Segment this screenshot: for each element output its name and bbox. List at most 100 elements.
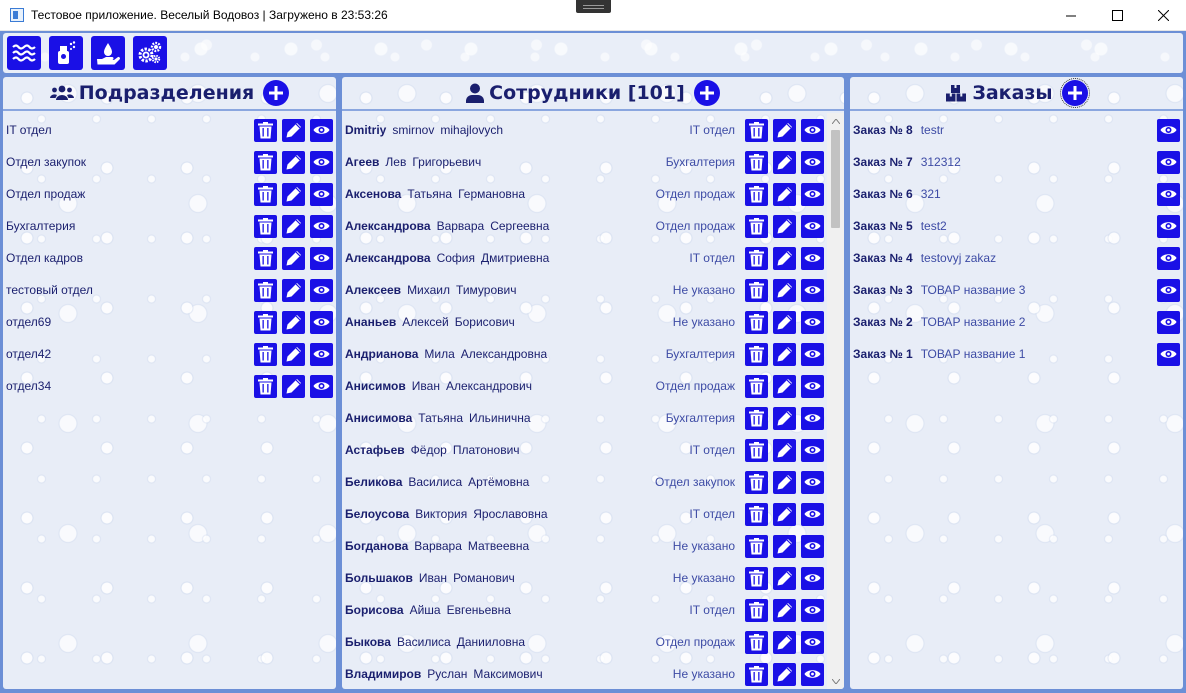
view-employee-button[interactable] [801,406,824,430]
view-employee-button[interactable] [801,470,824,494]
delete-department-button[interactable] [254,374,277,398]
order-row[interactable]: Заказ № 1 ТОВАР название 1 [850,338,1183,370]
delete-employee-button[interactable] [745,630,768,654]
view-employee-button[interactable] [801,182,824,206]
employees-scrollbar[interactable] [827,113,844,689]
delete-department-button[interactable] [254,310,277,334]
edit-employee-button[interactable] [773,534,796,558]
employee-row[interactable]: Борисова Айша Евгеньевна IT отдел [342,594,827,626]
view-employee-button[interactable] [801,278,824,302]
edit-employee-button[interactable] [773,246,796,270]
employee-row[interactable]: Большаков Иван Романович Не указано [342,562,827,594]
delete-employee-button[interactable] [745,182,768,206]
add-order-button[interactable] [1059,78,1090,108]
edit-employee-button[interactable] [773,406,796,430]
edit-employee-button[interactable] [773,502,796,526]
delete-department-button[interactable] [254,150,277,174]
delete-employee-button[interactable] [745,438,768,462]
edit-employee-button[interactable] [773,150,796,174]
employee-row[interactable]: Астафьев Фёдор Платонович IT отдел [342,434,827,466]
employee-row[interactable]: Dmitriy smirnov mihajlovych IT отдел [342,114,827,146]
settings-gears-button[interactable] [133,36,167,70]
employee-row[interactable]: Агеев Лев Григорьевич Бухгалтерия [342,146,827,178]
delete-employee-button[interactable] [745,662,768,686]
view-order-button[interactable] [1157,118,1180,142]
view-employee-button[interactable] [801,502,824,526]
department-row[interactable]: Отдел закупок [3,146,336,178]
delete-employee-button[interactable] [745,374,768,398]
delete-employee-button[interactable] [745,598,768,622]
edit-employee-button[interactable] [773,630,796,654]
edit-employee-button[interactable] [773,182,796,206]
delete-department-button[interactable] [254,342,277,366]
view-employee-button[interactable] [801,342,824,366]
view-department-button[interactable] [310,342,333,366]
employee-row[interactable]: Александрова София Дмитриевна IT отдел [342,242,827,274]
employee-row[interactable]: Владимиров Руслан Максимович Не указано [342,658,827,689]
delete-employee-button[interactable] [745,214,768,238]
edit-employee-button[interactable] [773,118,796,142]
view-employee-button[interactable] [801,438,824,462]
delete-employee-button[interactable] [745,246,768,270]
delete-employee-button[interactable] [745,566,768,590]
view-employee-button[interactable] [801,214,824,238]
view-department-button[interactable] [310,310,333,334]
order-row[interactable]: Заказ № 7 312312 [850,146,1183,178]
edit-department-button[interactable] [282,182,305,206]
view-department-button[interactable] [310,278,333,302]
edit-employee-button[interactable] [773,470,796,494]
order-row[interactable]: Заказ № 4 testovyj zakaz [850,242,1183,274]
maximize-button[interactable] [1094,0,1140,31]
delete-department-button[interactable] [254,118,277,142]
close-button[interactable] [1140,0,1186,31]
delete-department-button[interactable] [254,182,277,206]
edit-employee-button[interactable] [773,342,796,366]
department-row[interactable]: IT отдел [3,114,336,146]
view-department-button[interactable] [310,118,333,142]
view-order-button[interactable] [1157,150,1180,174]
order-row[interactable]: Заказ № 5 test2 [850,210,1183,242]
edit-department-button[interactable] [282,214,305,238]
view-order-button[interactable] [1157,182,1180,206]
edit-employee-button[interactable] [773,438,796,462]
delete-employee-button[interactable] [745,310,768,334]
view-order-button[interactable] [1157,278,1180,302]
edit-employee-button[interactable] [773,278,796,302]
scroll-down-arrow-icon[interactable] [827,673,844,689]
department-row[interactable]: Отдел кадров [3,242,336,274]
view-employee-button[interactable] [801,534,824,558]
delete-department-button[interactable] [254,246,277,270]
department-row[interactable]: тестовый отдел [3,274,336,306]
view-employee-button[interactable] [801,598,824,622]
delete-department-button[interactable] [254,214,277,238]
employee-row[interactable]: Богданова Варвара Матвеевна Не указано [342,530,827,562]
edit-department-button[interactable] [282,342,305,366]
delete-employee-button[interactable] [745,502,768,526]
edit-employee-button[interactable] [773,310,796,334]
view-employee-button[interactable] [801,374,824,398]
view-department-button[interactable] [310,214,333,238]
view-employee-button[interactable] [801,150,824,174]
edit-employee-button[interactable] [773,598,796,622]
view-employee-button[interactable] [801,630,824,654]
order-row[interactable]: Заказ № 2 ТОВАР название 2 [850,306,1183,338]
view-department-button[interactable] [310,182,333,206]
delete-employee-button[interactable] [745,342,768,366]
hand-drop-button[interactable] [91,36,125,70]
view-employee-button[interactable] [801,310,824,334]
employee-row[interactable]: Анисимов Иван Александрович Отдел продаж [342,370,827,402]
view-employee-button[interactable] [801,566,824,590]
employee-row[interactable]: Андрианова Мила Александровна Бухгалтерия [342,338,827,370]
edit-department-button[interactable] [282,374,305,398]
delete-employee-button[interactable] [745,118,768,142]
drag-handle[interactable] [576,0,611,13]
edit-department-button[interactable] [282,278,305,302]
employee-row[interactable]: Александрова Варвара Сергеевна Отдел прод… [342,210,827,242]
view-employee-button[interactable] [801,246,824,270]
employee-row[interactable]: Беликова Василиса Артёмовна Отдел закупок [342,466,827,498]
employee-row[interactable]: Аксенова Татьяна Германовна Отдел продаж [342,178,827,210]
order-row[interactable]: Заказ № 8 testr [850,114,1183,146]
view-order-button[interactable] [1157,310,1180,334]
employee-row[interactable]: Алексеев Михаил Тимурович Не указано [342,274,827,306]
view-order-button[interactable] [1157,214,1180,238]
